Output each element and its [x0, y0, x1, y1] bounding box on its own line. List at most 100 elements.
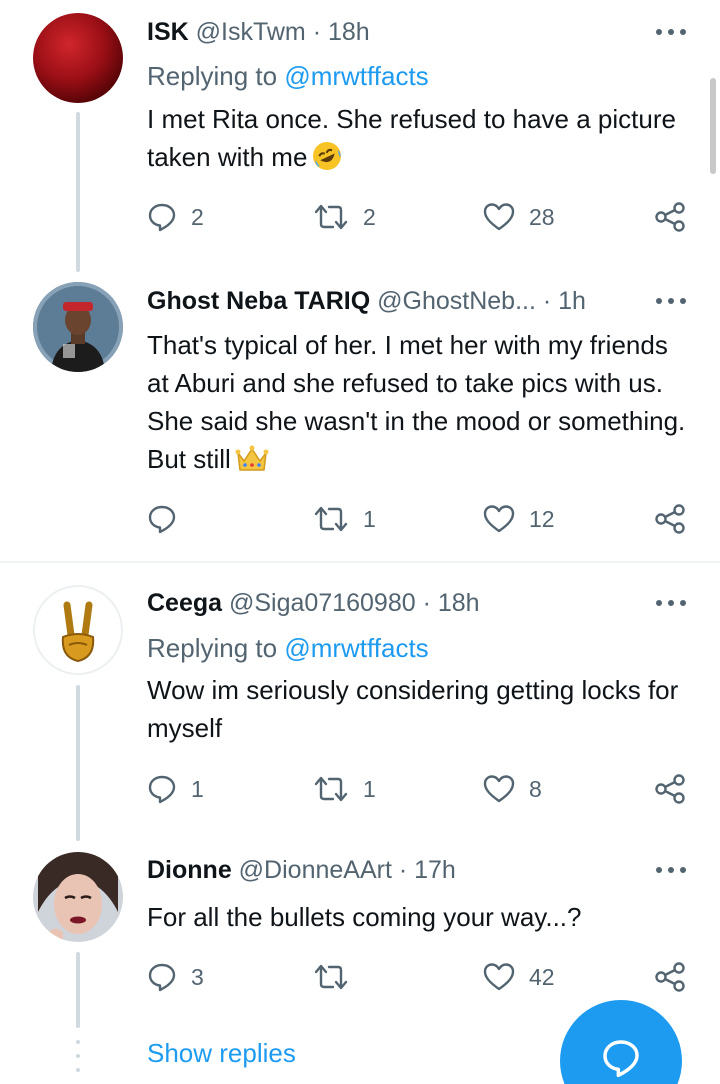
thread-line [76, 112, 80, 272]
rolling-on-the-floor-laughing-icon [311, 140, 343, 182]
reply-header: Dionne @DionneAArt · 17h [147, 852, 680, 888]
share-icon [655, 504, 685, 534]
timestamp[interactable]: 18h [438, 589, 480, 617]
retweet-count: 2 [363, 203, 376, 230]
retweet-button[interactable] [313, 959, 363, 995]
like-count: 28 [529, 203, 555, 230]
retweet-icon [314, 964, 348, 990]
reply-icon [603, 1040, 639, 1078]
share-button[interactable] [654, 771, 686, 807]
thread-divider [0, 561, 720, 563]
replying-to-handle[interactable]: @mrwtffacts [284, 633, 428, 663]
reply-text-content: I met Rita once. She refused to have a p… [147, 104, 676, 172]
reply-icon [148, 775, 176, 804]
reply-button[interactable]: 2 [147, 199, 204, 235]
reply-count: 2 [191, 203, 204, 230]
share-icon [655, 202, 685, 232]
reply-header: Ghost Neba TARIQ @GhostNeb... · 1h [147, 283, 680, 319]
heart-icon [483, 775, 515, 803]
retweet-button[interactable]: 2 [313, 199, 376, 235]
heart-icon [483, 203, 515, 231]
reply-count: 1 [191, 775, 204, 802]
reply-card[interactable]: Ghost Neba TARIQ @GhostNeb... · 1h That'… [0, 270, 720, 560]
like-count: 8 [529, 775, 542, 802]
reply-button[interactable] [147, 501, 191, 537]
reply-icon [148, 505, 176, 534]
replying-to: Replying to @mrwtffacts [147, 58, 429, 94]
more-options-icon[interactable] [656, 597, 686, 609]
like-button[interactable]: 12 [483, 501, 555, 537]
reply-header: ISK @IskTwm · 18h [147, 14, 680, 50]
display-name[interactable]: Ghost Neba TARIQ [147, 287, 370, 315]
reply-count: 3 [191, 963, 204, 990]
retweet-button[interactable]: 1 [313, 771, 376, 807]
display-name[interactable]: ISK [147, 18, 189, 46]
timestamp[interactable]: 1h [558, 287, 586, 315]
thread-line [76, 685, 80, 841]
retweet-icon [314, 776, 348, 802]
retweet-count: 1 [363, 775, 376, 802]
like-button[interactable]: 28 [483, 199, 555, 235]
share-button[interactable] [654, 199, 686, 235]
timestamp[interactable]: 17h [414, 856, 456, 884]
action-bar: 2 2 28 [147, 199, 692, 235]
reply-button[interactable]: 1 [147, 771, 204, 807]
timestamp[interactable]: 18h [328, 18, 370, 46]
separator: · [391, 856, 415, 884]
thread-line [76, 952, 80, 1028]
more-options-icon[interactable] [656, 295, 686, 307]
reply-text-content: That's typical of her. I met her with my… [147, 330, 686, 474]
display-name[interactable]: Dionne [147, 856, 232, 884]
user-handle[interactable]: @Siga07160980 [229, 589, 416, 617]
reply-text: For all the bullets coming your way...? [147, 902, 582, 932]
avatar[interactable] [33, 852, 123, 942]
avatar[interactable] [33, 282, 123, 372]
reply-text: I met Rita once. She refused to have a p… [147, 100, 692, 182]
separator: · [415, 589, 438, 617]
like-count: 42 [529, 963, 555, 990]
crown-icon [235, 444, 269, 484]
share-icon [655, 962, 685, 992]
retweet-count: 1 [363, 505, 376, 532]
user-handle[interactable]: @IskTwm [196, 18, 306, 46]
avatar[interactable] [33, 585, 123, 675]
reply-card[interactable]: Dionne @DionneAArt · 17h For all the bul… [0, 842, 720, 1028]
compose-reply-button[interactable] [560, 1000, 682, 1084]
replying-to-label: Replying to [147, 61, 285, 91]
reply-card[interactable]: Ceega @Siga07160980 · 18h Replying to @m… [0, 565, 720, 841]
like-button[interactable]: 42 [483, 959, 555, 995]
like-button[interactable]: 8 [483, 771, 542, 807]
scrollbar[interactable] [710, 78, 716, 174]
reply-text: Wow im seriously considering getting loc… [147, 675, 679, 743]
reply-card[interactable]: ISK @IskTwm · 18h Replying to @mrwtffact… [0, 0, 720, 272]
retweet-button[interactable]: 1 [313, 501, 376, 537]
user-handle[interactable]: @GhostNeb... [377, 287, 536, 315]
share-button[interactable] [654, 501, 686, 537]
replying-to: Replying to @mrwtffacts [147, 630, 429, 666]
retweet-icon [314, 204, 348, 230]
reply-header: Ceega @Siga07160980 · 18h [147, 585, 680, 621]
like-count: 12 [529, 505, 555, 532]
more-options-icon[interactable] [656, 26, 686, 38]
reply-thread: ISK @IskTwm · 18h Replying to @mrwtffact… [0, 0, 720, 1084]
share-button[interactable] [654, 959, 686, 995]
action-bar: 3 42 [147, 959, 692, 995]
more-options-icon[interactable] [656, 864, 686, 876]
separator: · [535, 287, 559, 315]
share-icon [655, 774, 685, 804]
replying-to-handle[interactable]: @mrwtffacts [284, 61, 428, 91]
reply-text: That's typical of her. I met her with my… [147, 326, 692, 484]
heart-icon [483, 963, 515, 991]
reply-button[interactable]: 3 [147, 959, 204, 995]
reply-icon [148, 203, 176, 232]
avatar[interactable] [33, 13, 123, 103]
heart-icon [483, 505, 515, 533]
display-name[interactable]: Ceega [147, 589, 222, 617]
separator: · [305, 18, 328, 46]
reply-icon [148, 963, 176, 992]
action-bar: 1 12 [147, 501, 692, 537]
show-replies-link[interactable]: Show replies [147, 1034, 296, 1072]
user-handle[interactable]: @DionneAArt [239, 856, 392, 884]
action-bar: 1 1 8 [147, 771, 692, 807]
retweet-icon [314, 506, 348, 532]
